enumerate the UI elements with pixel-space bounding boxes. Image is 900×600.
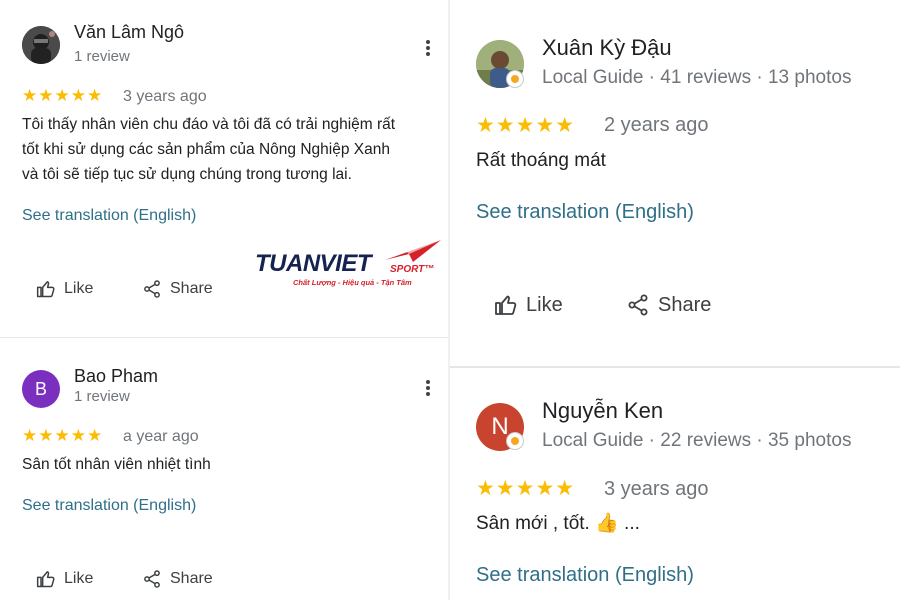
like-button[interactable]: Like <box>36 569 93 589</box>
reviewer-subtitle: 1 review <box>74 388 130 405</box>
review-text-line: tốt khi sử dụng các sản phẩm của Nông Ng… <box>22 141 390 158</box>
review-date: 2 years ago <box>604 114 709 136</box>
like-label: Like <box>64 570 94 587</box>
reviewer-name[interactable]: Văn Lâm Ngô <box>74 22 184 43</box>
reviewer-avatar[interactable] <box>22 26 60 64</box>
review-card-xuan-ky-dau: Xuân Kỳ Đậu Local Guide · 41 reviews · 1… <box>450 0 900 368</box>
review-text: Sân tốt nhân viên nhiệt tình <box>22 452 211 477</box>
review-text-line: Tôi thấy nhân viên chu đáo và tôi đã có … <box>22 116 396 133</box>
logo-tagline: Chất Lượng - Hiệu quả - Tận Tâm <box>293 278 412 287</box>
local-guide-badge-icon <box>506 70 524 88</box>
see-translation-link[interactable]: See translation (English) <box>476 201 694 224</box>
star-rating: ★★★★★ <box>476 477 576 500</box>
review-date: 3 years ago <box>604 478 709 500</box>
tuanviet-sport-logo: TUANVIET SPORT™ Chất Lượng - Hiệu quả - … <box>255 238 445 290</box>
review-text-line: Sân mới , tốt. 👍 ... <box>476 513 640 534</box>
like-label: Like <box>526 293 563 316</box>
reviewer-subtitle: Local Guide · 22 reviews · 35 photos <box>542 430 852 451</box>
reviewer-name[interactable]: Xuân Kỳ Đậu <box>542 35 672 61</box>
reviewer-name[interactable]: Bao Pham <box>74 366 158 387</box>
thumbs-up-icon <box>36 571 55 588</box>
reviewer-photo-icon <box>22 26 60 64</box>
star-rating: ★★★★★ <box>22 426 104 445</box>
thumbs-up-icon <box>495 295 517 315</box>
local-guide-badge-icon <box>506 432 524 450</box>
review-text-line: Sân tốt nhân viên nhiệt tình <box>22 456 211 473</box>
review-text: Tôi thấy nhân viên chu đáo và tôi đã có … <box>22 112 395 187</box>
share-icon <box>628 294 648 316</box>
share-button[interactable]: Share <box>142 279 213 299</box>
logo-brand: TUANVIET <box>255 250 372 277</box>
reviewer-subtitle: Local Guide · 41 reviews · 13 photos <box>542 67 852 88</box>
logo-sport: SPORT™ <box>390 264 435 275</box>
avatar-initial: B <box>34 378 47 399</box>
share-label: Share <box>170 570 213 587</box>
see-translation-link[interactable]: See translation (English) <box>22 497 196 515</box>
review-text: Sân mới , tốt. 👍 ... <box>476 510 640 538</box>
share-button[interactable]: Share <box>142 569 213 589</box>
review-card-van-lam-ngo: Văn Lâm Ngô 1 review ★★★★★ 3 years ago T… <box>0 0 448 338</box>
review-text-line: và tôi sẽ tiếp tục sử dụng chúng trong t… <box>22 166 352 183</box>
share-label: Share <box>658 293 712 316</box>
more-options-icon[interactable] <box>424 39 432 62</box>
share-button[interactable]: Share <box>626 293 711 317</box>
see-translation-link[interactable]: See translation (English) <box>476 564 694 587</box>
review-date: a year ago <box>123 428 199 445</box>
paper-plane-icon <box>385 240 441 262</box>
review-date: 3 years ago <box>123 88 207 105</box>
review-text: Rất thoáng mát <box>476 147 606 175</box>
reviewer-avatar[interactable]: B <box>22 370 60 408</box>
see-translation-link[interactable]: See translation (English) <box>22 207 196 225</box>
share-icon <box>144 570 160 588</box>
like-label: Like <box>64 280 94 297</box>
review-text-line: Rất thoáng mát <box>476 150 606 171</box>
share-label: Share <box>170 280 213 297</box>
like-button[interactable]: Like <box>36 279 93 299</box>
share-icon <box>144 280 160 298</box>
review-card-nguyen-ken: N Nguyễn Ken Local Guide · 22 reviews · … <box>450 368 900 600</box>
reviewer-subtitle: 1 review <box>74 48 130 65</box>
reviewer-name[interactable]: Nguyễn Ken <box>542 398 663 424</box>
like-button[interactable]: Like <box>494 293 563 317</box>
star-rating: ★★★★★ <box>476 114 576 137</box>
more-options-icon[interactable] <box>424 379 432 402</box>
review-card-bao-pham: B Bao Pham 1 review ★★★★★ a year ago Sân… <box>0 338 448 600</box>
star-rating: ★★★★★ <box>22 86 104 105</box>
thumbs-up-icon <box>36 281 55 298</box>
